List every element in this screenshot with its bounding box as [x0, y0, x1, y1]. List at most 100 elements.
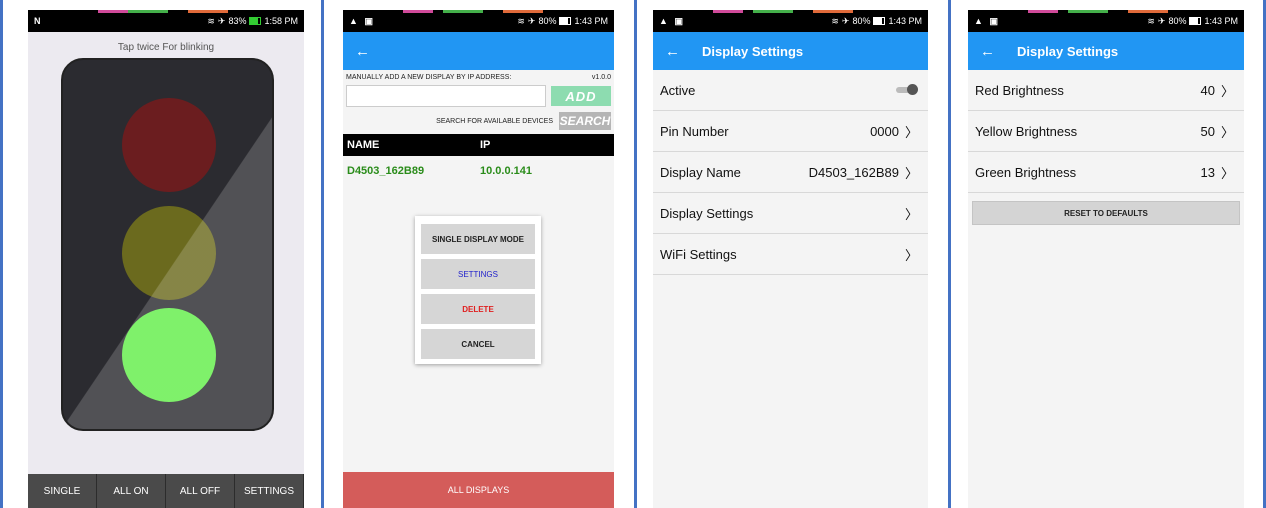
- battery-icon: [873, 17, 886, 25]
- setting-label: Pin Number: [660, 123, 729, 139]
- table-row[interactable]: D4503_162B89 10.0.0.141: [343, 156, 614, 177]
- wifi-icon: ≋: [517, 15, 525, 26]
- back-arrow-icon[interactable]: ←: [665, 43, 680, 60]
- setting-row-wifi-settings[interactable]: WiFi Settings 〉: [653, 234, 928, 275]
- setting-label: Display Settings: [660, 205, 754, 221]
- setting-value: 40: [1200, 82, 1215, 98]
- chevron-right-icon: 〉: [1220, 165, 1234, 181]
- screen-display-list: ▲ ▣ ≋ ✈ 80% 1:43 PM ← MANUALLY ADD A NEW…: [343, 10, 614, 508]
- search-devices-label: SEARCH FOR AVAILABLE DEVICES: [436, 117, 553, 125]
- column-header-name: NAME: [347, 139, 380, 151]
- setting-label: Display Name: [660, 164, 741, 180]
- ip-address-input[interactable]: [346, 85, 546, 107]
- warning-icon: ▲: [349, 15, 360, 26]
- image-icon: ▣: [989, 15, 1000, 26]
- all-on-button[interactable]: ALL ON: [97, 474, 166, 508]
- status-time: 1:43 PM: [574, 16, 608, 26]
- wifi-icon: ≋: [831, 15, 839, 26]
- settings-button[interactable]: SETTINGS: [235, 474, 304, 508]
- airplane-icon: ✈: [841, 15, 850, 26]
- battery-percent: 80%: [1168, 16, 1187, 26]
- back-arrow-icon[interactable]: ←: [355, 43, 370, 60]
- chevron-right-icon: 〉: [904, 165, 918, 181]
- warning-icon: ▲: [974, 15, 985, 26]
- back-arrow-icon[interactable]: ←: [980, 43, 995, 60]
- frame-divider: [321, 0, 324, 508]
- screen-traffic-light: N ≋ ✈ 83% 1:58 PM Tap twice For blinking…: [28, 10, 304, 508]
- setting-value: 0000: [870, 123, 899, 139]
- dialog-settings-button[interactable]: SETTINGS: [421, 259, 535, 289]
- delete-button[interactable]: DELETE: [421, 294, 535, 324]
- device-options-dialog: SINGLE DISPLAY MODE SETTINGS DELETE CANC…: [415, 216, 541, 364]
- setting-label: Active: [660, 82, 696, 98]
- setting-row-red-brightness[interactable]: Red Brightness 40 〉: [968, 70, 1244, 111]
- battery-percent: 83%: [228, 16, 247, 26]
- status-bar: ▲ ▣ ≋ ✈ 80% 1:43 PM: [968, 10, 1244, 32]
- traffic-light-housing: [61, 58, 274, 431]
- setting-row-yellow-brightness[interactable]: Yellow Brightness 50 〉: [968, 111, 1244, 152]
- version-label: v1.0.0: [591, 74, 611, 81]
- single-display-mode-button[interactable]: SINGLE DISPLAY MODE: [421, 224, 535, 254]
- page-title: Display Settings: [1017, 43, 1119, 59]
- reset-to-defaults-button[interactable]: RESET TO DEFAULTS: [972, 201, 1240, 225]
- housing-shine: [63, 60, 272, 429]
- add-button[interactable]: ADD: [551, 86, 611, 106]
- airplane-icon: ✈: [527, 15, 536, 26]
- column-header-ip: IP: [480, 139, 491, 151]
- screen-display-settings: ▲ ▣ ≋ ✈ 80% 1:43 PM ← Display Settings A…: [653, 10, 928, 508]
- frame-divider: [948, 0, 951, 508]
- status-time: 1:58 PM: [264, 16, 298, 26]
- status-bar: ▲ ▣ ≋ ✈ 80% 1:43 PM: [653, 10, 928, 32]
- battery-icon: [249, 17, 262, 25]
- single-button[interactable]: SINGLE: [28, 474, 97, 508]
- bottom-action-bar: SINGLE ALL ON ALL OFF SETTINGS: [28, 474, 304, 508]
- setting-row-green-brightness[interactable]: Green Brightness 13 〉: [968, 152, 1244, 193]
- chevron-right-icon: 〉: [1220, 83, 1234, 99]
- chevron-right-icon: 〉: [904, 124, 918, 140]
- status-time: 1:43 PM: [1204, 16, 1238, 26]
- table-header: NAME IP: [343, 134, 614, 156]
- battery-percent: 80%: [852, 16, 871, 26]
- battery-icon: [559, 17, 572, 25]
- status-bar: ▲ ▣ ≋ ✈ 80% 1:43 PM: [343, 10, 614, 32]
- setting-row-active[interactable]: Active: [653, 70, 928, 111]
- chevron-right-icon: 〉: [1220, 124, 1234, 140]
- app-bar: ←: [343, 32, 614, 70]
- tap-hint: Tap twice For blinking: [117, 42, 215, 53]
- wifi-icon: ≋: [207, 15, 215, 26]
- app-bar: ← Display Settings: [653, 32, 928, 70]
- frame-divider: [634, 0, 637, 508]
- screen-brightness-settings: ▲ ▣ ≋ ✈ 80% 1:43 PM ← Display Settings R…: [968, 10, 1244, 508]
- all-off-button[interactable]: ALL OFF: [166, 474, 235, 508]
- frame-divider: [0, 0, 3, 508]
- manual-add-label: MANUALLY ADD A NEW DISPLAY BY IP ADDRESS…: [346, 74, 512, 81]
- warning-icon: ▲: [659, 15, 670, 26]
- setting-row-display-name[interactable]: Display Name D4503_162B89 〉: [653, 152, 928, 193]
- setting-label: WiFi Settings: [660, 246, 737, 262]
- setting-label: Green Brightness: [975, 164, 1077, 180]
- image-icon: ▣: [674, 15, 685, 26]
- n-icon: N: [34, 16, 43, 26]
- chevron-right-icon: 〉: [904, 206, 918, 222]
- setting-value: D4503_162B89: [808, 164, 899, 180]
- active-toggle[interactable]: [896, 84, 918, 95]
- wifi-icon: ≋: [1147, 15, 1155, 26]
- setting-label: Yellow Brightness: [975, 123, 1078, 139]
- all-displays-button[interactable]: ALL DISPLAYS: [343, 472, 614, 508]
- cancel-button[interactable]: CANCEL: [421, 329, 535, 359]
- device-name: D4503_162B89: [347, 165, 425, 177]
- page-title: Display Settings: [702, 43, 804, 59]
- airplane-icon: ✈: [1157, 15, 1166, 26]
- chevron-right-icon: 〉: [904, 247, 918, 263]
- app-bar: ← Display Settings: [968, 32, 1244, 70]
- battery-icon: [1189, 17, 1202, 25]
- setting-label: Red Brightness: [975, 82, 1064, 98]
- setting-row-display-settings[interactable]: Display Settings 〉: [653, 193, 928, 234]
- setting-value: 50: [1200, 123, 1215, 139]
- airplane-icon: ✈: [217, 15, 226, 26]
- status-bar: N ≋ ✈ 83% 1:58 PM: [28, 10, 304, 32]
- battery-percent: 80%: [538, 16, 557, 26]
- setting-row-pin-number[interactable]: Pin Number 0000 〉: [653, 111, 928, 152]
- search-button[interactable]: SEARCH: [559, 112, 611, 130]
- status-time: 1:43 PM: [888, 16, 922, 26]
